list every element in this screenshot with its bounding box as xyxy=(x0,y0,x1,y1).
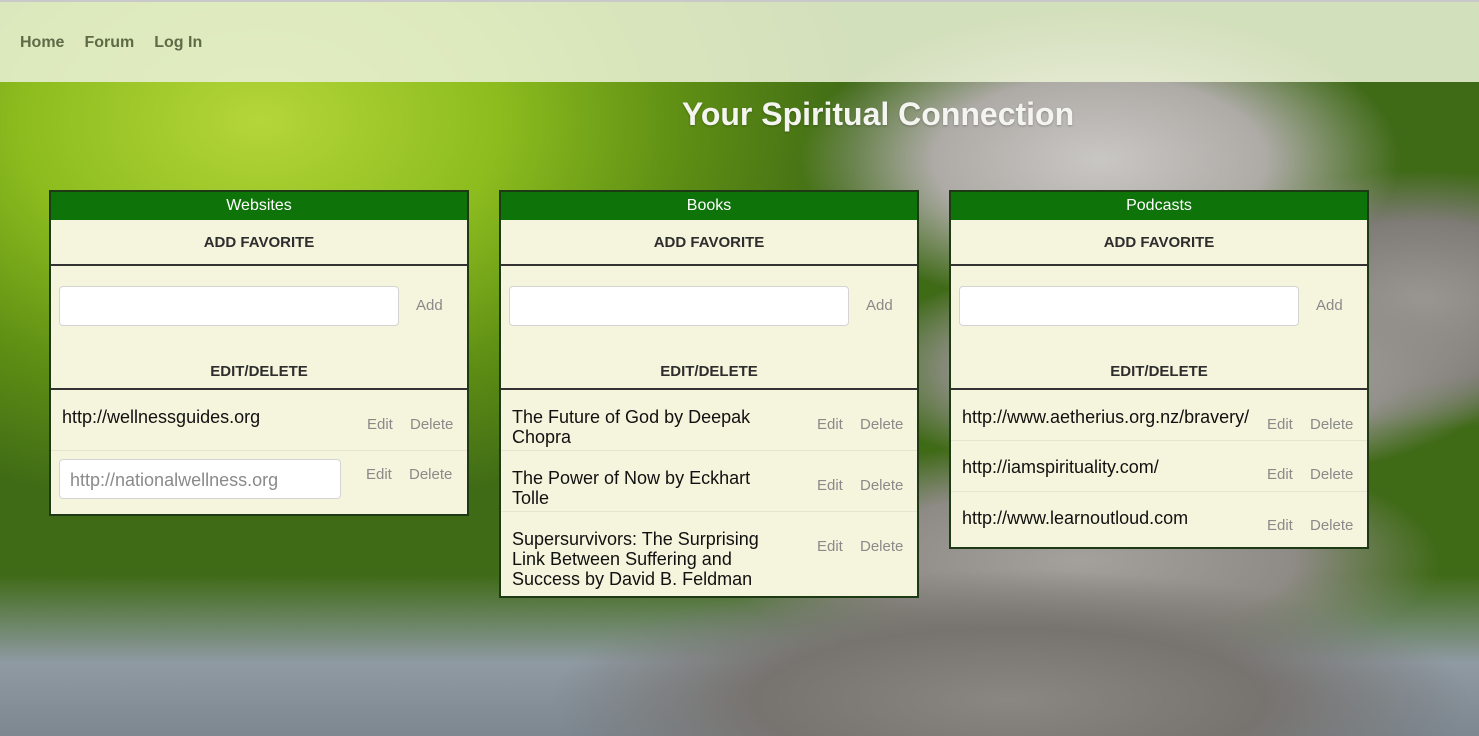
page-title: Your Spiritual Connection xyxy=(681,96,1075,132)
delete-button[interactable]: Delete xyxy=(1310,416,1353,433)
add-button[interactable]: Add xyxy=(866,297,893,314)
item-text: http://iamspirituality.com/ xyxy=(962,457,1159,477)
add-favorite-input[interactable] xyxy=(959,286,1299,326)
books-panel: Books ADD FAVORITE Add EDIT/DELETE The F… xyxy=(499,190,919,598)
list-item: http://nationalwellness.org Edit Delete xyxy=(51,451,467,514)
websites-panel: Websites ADD FAVORITE Add EDIT/DELETE ht… xyxy=(49,190,469,516)
edit-delete-heading: EDIT/DELETE xyxy=(951,346,1367,390)
edit-button[interactable]: Edit xyxy=(367,416,393,433)
add-button[interactable]: Add xyxy=(416,297,443,314)
nav-forum-link[interactable]: Forum xyxy=(84,34,134,52)
panel-header: Books xyxy=(501,192,917,220)
favorites-list: http://wellnessguides.org Edit Delete ht… xyxy=(51,390,467,514)
add-favorite-input[interactable] xyxy=(509,286,849,326)
edit-button[interactable]: Edit xyxy=(817,416,843,433)
item-text: The Power of Now by Eckhart Tolle xyxy=(512,468,751,508)
favorites-list: http://www.aetherius.org.nz/bravery/ Edi… xyxy=(951,390,1367,547)
delete-button[interactable]: Delete xyxy=(860,477,903,494)
panel-header: Websites xyxy=(51,192,467,220)
edit-item-input[interactable]: http://nationalwellness.org xyxy=(59,459,341,499)
edit-button[interactable]: Edit xyxy=(817,477,843,494)
nav-home-link[interactable]: Home xyxy=(20,34,64,52)
list-item: http://wellnessguides.org Edit Delete xyxy=(51,390,467,451)
podcasts-panel: Podcasts ADD FAVORITE Add EDIT/DELETE ht… xyxy=(949,190,1369,549)
edit-button[interactable]: Edit xyxy=(817,538,843,555)
delete-button[interactable]: Delete xyxy=(410,416,453,433)
add-favorite-row: Add xyxy=(51,266,467,346)
edit-delete-heading: EDIT/DELETE xyxy=(51,346,467,390)
edit-button[interactable]: Edit xyxy=(1267,466,1293,483)
delete-button[interactable]: Delete xyxy=(409,466,452,483)
add-favorite-heading: ADD FAVORITE xyxy=(951,220,1367,266)
list-item: http://www.aetherius.org.nz/bravery/ Edi… xyxy=(951,390,1367,441)
item-text: http://www.aetherius.org.nz/bravery/ xyxy=(962,407,1250,427)
list-item: http://www.learnoutloud.com Edit Delete xyxy=(951,492,1367,547)
item-text: http://wellnessguides.org xyxy=(62,407,261,427)
edit-button[interactable]: Edit xyxy=(1267,416,1293,433)
top-nav-bar: Home Forum Log In xyxy=(0,0,1479,82)
list-item: http://iamspirituality.com/ Edit Delete xyxy=(951,441,1367,492)
list-item: The Future of God by Deepak Chopra Edit … xyxy=(501,390,917,451)
list-item: The Power of Now by Eckhart Tolle Edit D… xyxy=(501,451,917,512)
add-favorite-heading: ADD FAVORITE xyxy=(501,220,917,266)
add-favorite-heading: ADD FAVORITE xyxy=(51,220,467,266)
add-favorite-input[interactable] xyxy=(59,286,399,326)
delete-button[interactable]: Delete xyxy=(1310,466,1353,483)
panel-header: Podcasts xyxy=(951,192,1367,220)
main-nav: Home Forum Log In xyxy=(20,34,202,52)
item-text: http://www.learnoutloud.com xyxy=(962,508,1189,528)
edit-button[interactable]: Edit xyxy=(1267,517,1293,534)
add-favorite-row: Add xyxy=(951,266,1367,346)
nav-login-link[interactable]: Log In xyxy=(154,34,202,52)
edit-delete-heading: EDIT/DELETE xyxy=(501,346,917,390)
delete-button[interactable]: Delete xyxy=(1310,517,1353,534)
add-button[interactable]: Add xyxy=(1316,297,1343,314)
item-text: Supersurvivors: The Surprising Link Betw… xyxy=(512,529,759,589)
item-text: The Future of God by Deepak Chopra xyxy=(512,407,751,447)
favorites-list: The Future of God by Deepak Chopra Edit … xyxy=(501,390,917,596)
edit-button[interactable]: Edit xyxy=(366,466,392,483)
add-favorite-row: Add xyxy=(501,266,917,346)
delete-button[interactable]: Delete xyxy=(860,416,903,433)
list-item: Supersurvivors: The Surprising Link Betw… xyxy=(501,512,917,596)
delete-button[interactable]: Delete xyxy=(860,538,903,555)
